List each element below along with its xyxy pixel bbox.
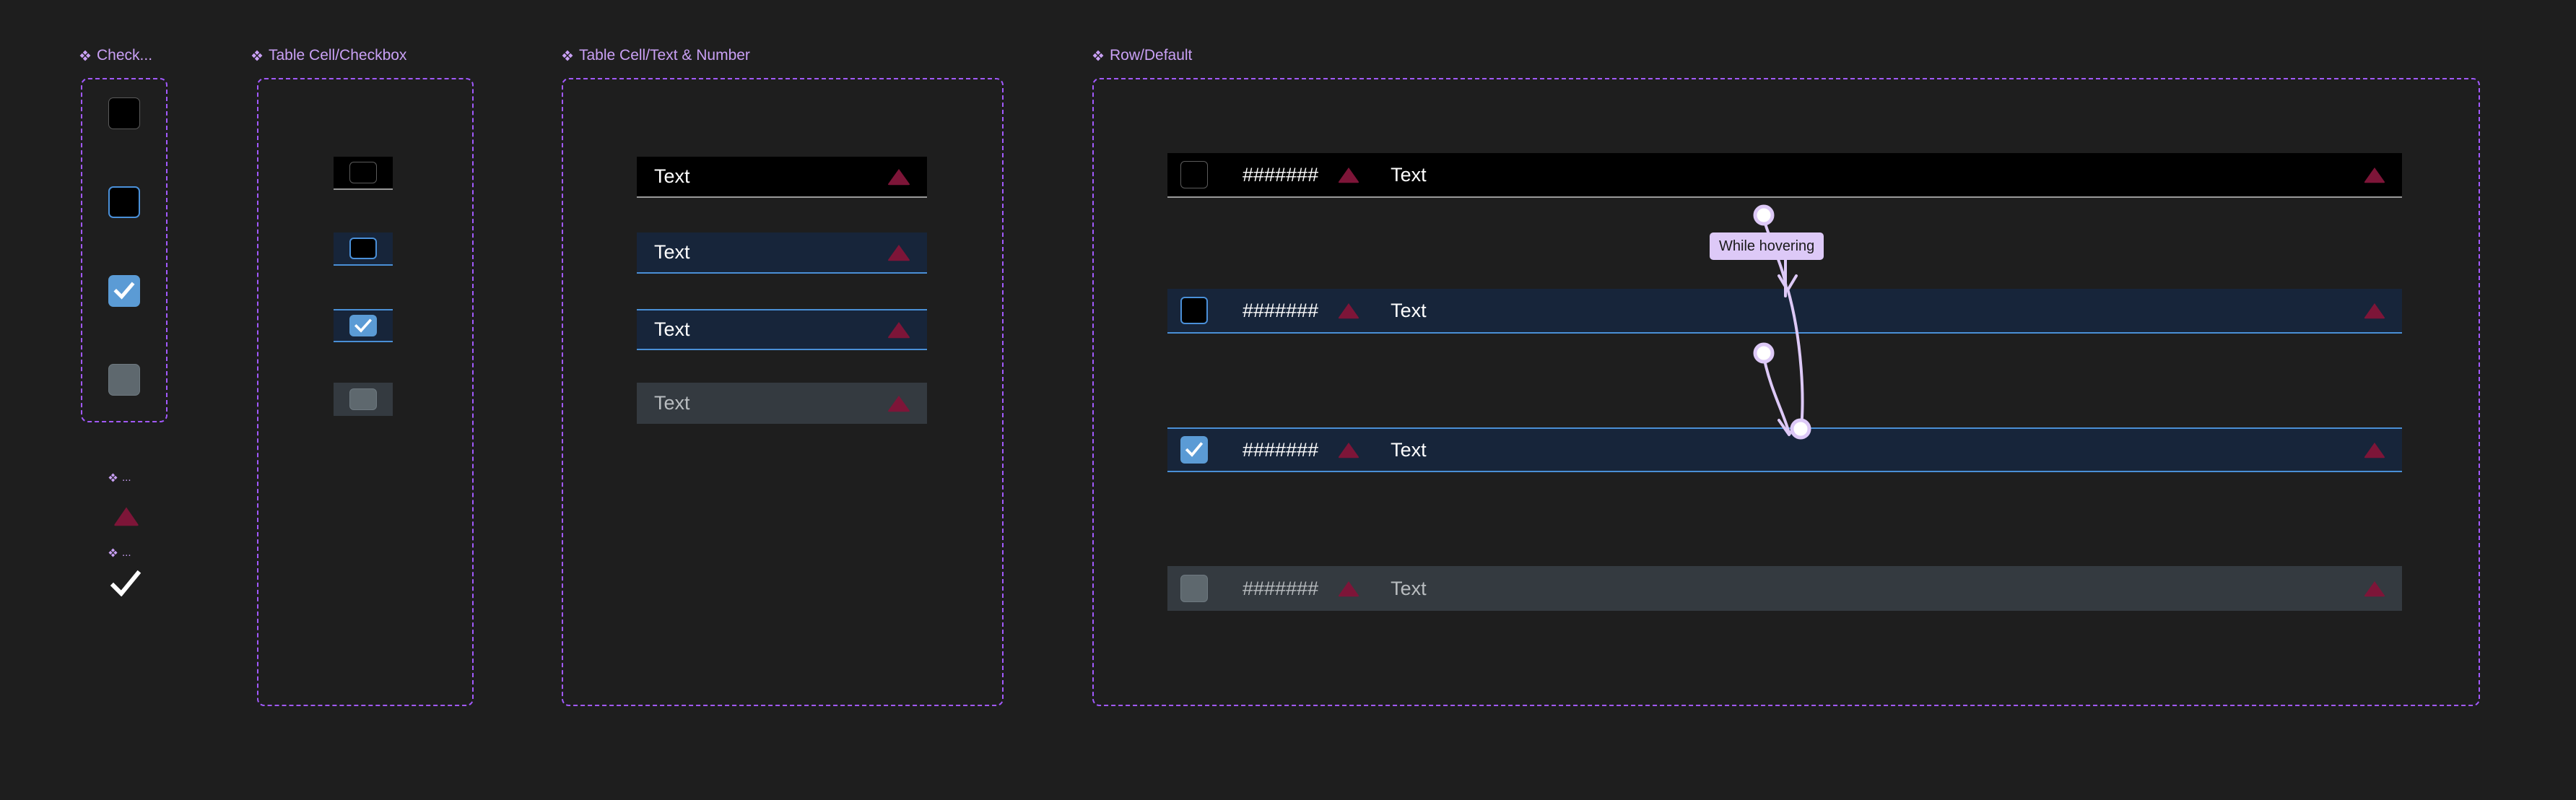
table-cell-checkbox-hover[interactable] (334, 232, 393, 266)
checkbox-disabled (349, 388, 377, 410)
component-set-label-text: Table Cell/Text & Number (579, 47, 750, 64)
component-set-diamond-icon (79, 50, 91, 61)
component-set-label-text: Row/Default (1110, 47, 1193, 64)
row-checkbox (1180, 575, 1208, 602)
mini-instance-label-triangle[interactable]: ... (108, 472, 131, 483)
component-set-label-row-default[interactable]: Row/Default (1092, 48, 1192, 63)
component-set-label-text: Table Cell/Checkbox (269, 47, 407, 64)
check-icon (113, 282, 135, 300)
component-instance-diamond-icon (108, 548, 118, 557)
mini-instance-triangle[interactable] (113, 505, 140, 531)
triangle-up-icon (1339, 442, 1359, 458)
figma-canvas: Check... Table Cell/Checkbox Table Cell/… (0, 0, 2576, 800)
table-cell-text-selected[interactable]: Text (637, 309, 927, 350)
row-checkbox[interactable] (1180, 436, 1208, 464)
row-checkbox[interactable] (1180, 161, 1208, 188)
table-row-disabled: ####### Text (1167, 566, 2402, 611)
checkbox-default[interactable] (349, 162, 377, 183)
row-number: ####### (1243, 438, 1319, 461)
mini-instance-label-text: ... (122, 471, 131, 484)
checkbox-hover[interactable] (108, 186, 140, 218)
row-text: Text (1391, 438, 1427, 461)
checkbox-hover[interactable] (349, 238, 377, 259)
component-set-label-cell-checkbox[interactable]: Table Cell/Checkbox (251, 48, 406, 63)
component-set-diamond-icon (251, 50, 263, 61)
triangle-up-icon (2364, 167, 2385, 183)
triangle-up-icon (887, 168, 910, 185)
check-icon (1185, 442, 1204, 457)
prototype-trigger-pill[interactable]: While hovering (1710, 232, 1824, 260)
check-icon (110, 570, 142, 597)
table-row-hover[interactable]: ####### Text (1167, 289, 2402, 334)
component-instance-diamond-icon (108, 473, 118, 482)
cell-text-label: Text (654, 241, 690, 263)
component-set-label-text: Check... (97, 47, 153, 64)
component-set-diamond-icon (1092, 50, 1104, 61)
triangle-up-icon (887, 321, 910, 338)
row-text: Text (1391, 299, 1427, 321)
row-text: Text (1391, 163, 1427, 186)
table-cell-checkbox-disabled (334, 383, 393, 416)
prototype-trigger-label: While hovering (1719, 238, 1815, 254)
triangle-up-icon (1339, 303, 1359, 318)
component-set-label-checkbox[interactable]: Check... (79, 48, 152, 63)
table-cell-text-hover[interactable]: Text (637, 232, 927, 274)
checkbox-checked[interactable] (108, 275, 140, 307)
table-row-default[interactable]: ####### Text (1167, 153, 2402, 198)
table-cell-checkbox-selected[interactable] (334, 309, 393, 342)
cell-text-label: Text (654, 165, 690, 187)
checkbox-disabled (108, 364, 140, 396)
triangle-up-icon (1339, 581, 1359, 596)
triangle-up-icon (2364, 303, 2385, 318)
row-text: Text (1391, 577, 1427, 599)
mini-instance-label-check[interactable]: ... (108, 547, 131, 558)
checkbox-checked[interactable] (349, 315, 377, 336)
triangle-up-icon (887, 244, 910, 261)
row-checkbox[interactable] (1180, 297, 1208, 324)
component-set-label-cell-text[interactable]: Table Cell/Text & Number (562, 48, 750, 63)
triangle-up-icon (1339, 167, 1359, 183)
triangle-up-icon (887, 395, 910, 412)
mini-instance-label-text: ... (122, 547, 131, 559)
row-number: ####### (1243, 577, 1319, 599)
table-cell-text-default[interactable]: Text (637, 157, 927, 198)
row-number: ####### (1243, 299, 1319, 321)
row-number: ####### (1243, 163, 1319, 186)
checkbox-default[interactable] (108, 97, 140, 129)
table-cell-checkbox-default[interactable] (334, 157, 393, 190)
component-set-diamond-icon (562, 50, 573, 61)
check-icon (354, 318, 373, 333)
triangle-up-icon (2364, 581, 2385, 596)
table-row-selected[interactable]: ####### Text (1167, 427, 2402, 472)
triangle-up-icon (2364, 442, 2385, 458)
mini-instance-check[interactable] (110, 570, 142, 600)
cell-text-label: Text (654, 318, 690, 340)
cell-text-label: Text (654, 392, 690, 414)
triangle-up-icon (114, 507, 139, 526)
table-cell-text-disabled: Text (637, 383, 927, 424)
